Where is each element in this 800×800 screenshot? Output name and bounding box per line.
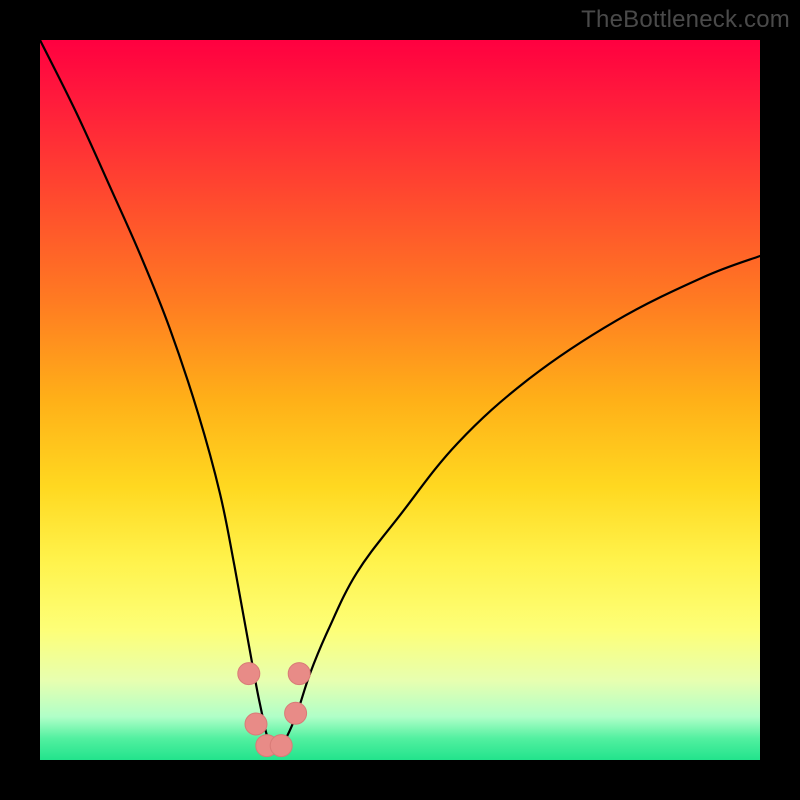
curve-svg bbox=[40, 40, 760, 760]
plot-area bbox=[40, 40, 760, 760]
optimal-marker bbox=[288, 663, 310, 685]
optimal-markers bbox=[238, 663, 310, 757]
watermark-text: TheBottleneck.com bbox=[581, 6, 790, 34]
optimal-marker bbox=[245, 713, 267, 735]
optimal-marker bbox=[270, 735, 292, 757]
chart-frame: TheBottleneck.com bbox=[0, 0, 800, 800]
bottleneck-curve bbox=[40, 40, 760, 751]
optimal-marker bbox=[285, 702, 307, 724]
optimal-marker bbox=[238, 663, 260, 685]
